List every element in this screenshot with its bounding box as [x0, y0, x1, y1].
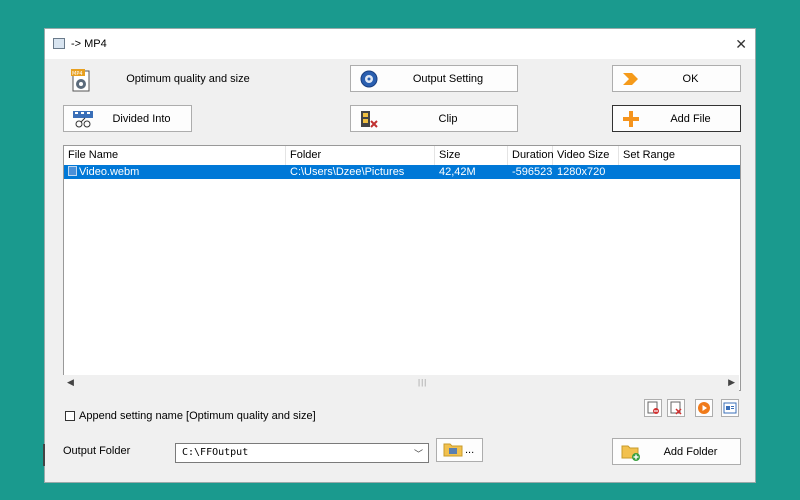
column-header-folder[interactable]: Folder: [286, 146, 435, 165]
duration-cell: -596523:: [512, 166, 553, 178]
film-split-icon: [72, 109, 93, 129]
plus-icon: [621, 109, 641, 129]
append-setting-option[interactable]: Append setting name [Optimum quality and…: [65, 410, 316, 422]
clip-label: Clip: [438, 112, 458, 125]
file-name-text: Video.webm: [79, 166, 140, 178]
clear-list-button[interactable]: [667, 399, 685, 417]
horizontal-scrollbar[interactable]: ◀ ||| ▶: [63, 375, 739, 391]
play-icon: [698, 402, 710, 414]
add-file-label: Add File: [670, 112, 711, 125]
output-folder-label: Output Folder: [63, 445, 131, 457]
output-setting-button[interactable]: Output Setting: [350, 65, 518, 92]
film-scissors-icon: [359, 109, 379, 129]
scroll-thumb[interactable]: |||: [418, 378, 434, 387]
chevron-down-icon[interactable]: ﹀: [414, 447, 423, 460]
file-icon: [68, 166, 77, 176]
column-header-video-size[interactable]: Video Size: [553, 146, 619, 165]
add-folder-label: Add Folder: [663, 445, 718, 458]
output-folder-select[interactable]: C:\FFOutput ﹀: [175, 443, 429, 463]
file-list-table[interactable]: File Name Folder Size Duration Video Siz…: [63, 145, 741, 391]
divided-into-label: Divided Into: [112, 112, 171, 125]
table-row[interactable]: Video.webm C:\Users\Dzee\Pictures 42,42M…: [64, 165, 740, 179]
settings-disc-icon: [359, 69, 379, 89]
app-icon: [53, 38, 65, 49]
browse-label: ...: [465, 444, 475, 456]
scroll-right-icon[interactable]: ▶: [728, 377, 735, 388]
title-bar: -> MP4 ✕: [45, 29, 755, 59]
column-header-size[interactable]: Size: [435, 146, 508, 165]
clip-button[interactable]: Clip: [350, 105, 518, 132]
append-setting-label: Append setting name [Optimum quality and…: [79, 410, 316, 422]
converter-window: -> MP4 ✕ MP4 Optimum quality and size Ou…: [44, 28, 756, 483]
divided-into-button[interactable]: Divided Into: [63, 105, 192, 132]
video-size-cell: 1280x720: [557, 166, 606, 178]
window-edge: [43, 444, 45, 466]
close-icon[interactable]: ✕: [735, 36, 747, 53]
profile-button[interactable]: MP4 Optimum quality and size: [63, 65, 285, 92]
column-header-file-name[interactable]: File Name: [64, 146, 286, 165]
info-panel-icon: [723, 402, 737, 414]
output-folder-value: C:\FFOutput: [182, 447, 249, 458]
output-setting-label: Output Setting: [412, 72, 484, 85]
remove-file-button[interactable]: [644, 399, 662, 417]
clear-list-icon: [670, 401, 682, 415]
scroll-left-icon[interactable]: ◀: [67, 377, 74, 388]
ok-label: OK: [682, 72, 699, 85]
mp4-file-icon: MP4: [71, 68, 91, 91]
remove-file-icon: [647, 401, 659, 414]
column-header-duration[interactable]: Duration: [508, 146, 554, 165]
append-setting-checkbox[interactable]: [65, 411, 75, 421]
column-header-set-range[interactable]: Set Range: [619, 146, 740, 165]
folder-cell: C:\Users\Dzee\Pictures: [290, 166, 405, 178]
add-file-button[interactable]: Add File: [612, 105, 741, 132]
add-folder-icon: [621, 442, 641, 462]
size-cell: 42,42M: [439, 166, 476, 178]
folder-open-icon: [443, 440, 463, 460]
arrow-right-icon: [621, 69, 641, 89]
svg-text:MP4: MP4: [72, 71, 83, 77]
table-header: File Name Folder Size Duration Video Siz…: [64, 146, 740, 166]
window-title: -> MP4: [71, 38, 107, 50]
add-folder-button[interactable]: Add Folder: [612, 438, 741, 465]
set-range-cell: [619, 165, 740, 179]
ok-button[interactable]: OK: [612, 65, 741, 92]
browse-folder-button[interactable]: ...: [436, 438, 483, 462]
profile-label: Optimum quality and size: [126, 72, 250, 85]
media-info-button[interactable]: [721, 399, 739, 417]
file-name-cell: Video.webm: [64, 165, 286, 179]
play-preview-button[interactable]: [695, 399, 713, 417]
